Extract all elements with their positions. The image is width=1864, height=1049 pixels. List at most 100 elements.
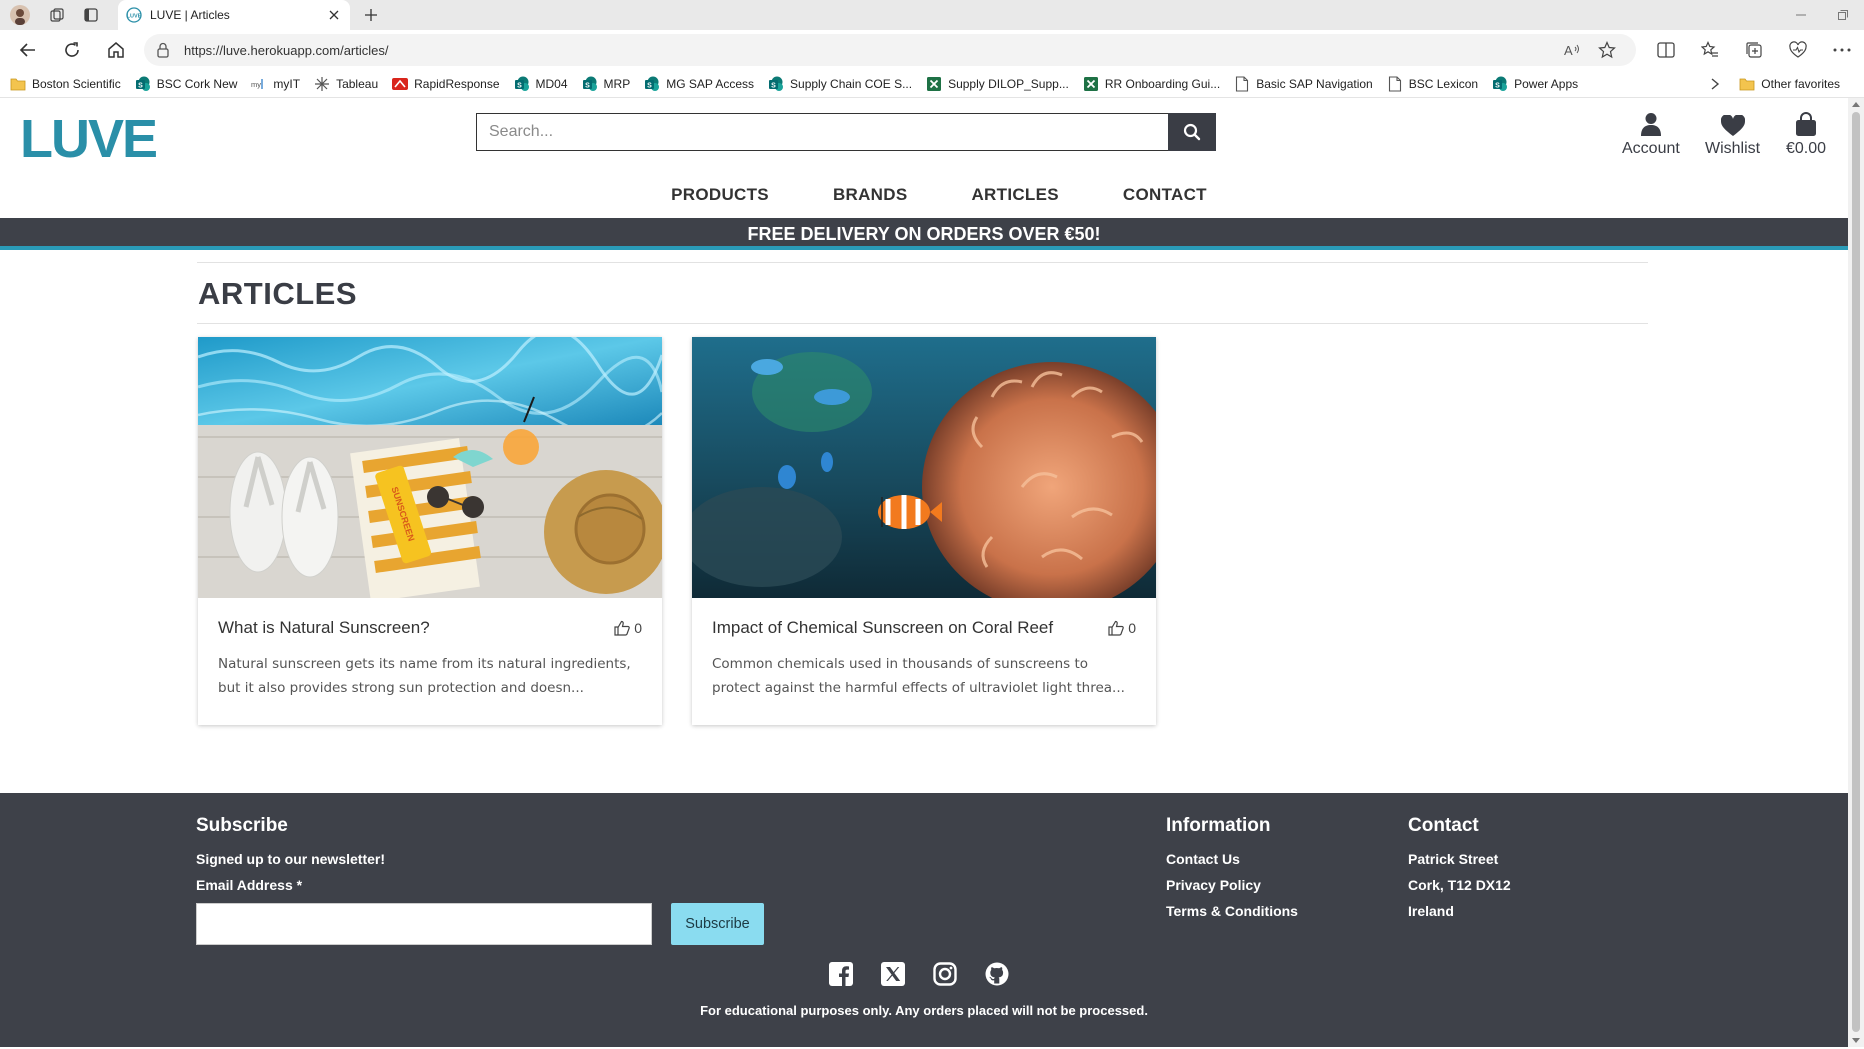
nav-products[interactable]: PRODUCTS	[671, 178, 769, 212]
vertical-tabs-icon[interactable]	[74, 0, 108, 30]
favorite-star-icon[interactable]	[1590, 35, 1624, 65]
page-scrollbar[interactable]	[1848, 98, 1864, 1047]
bookmark-item[interactable]: S MG SAP Access	[644, 76, 754, 92]
nav-contact[interactable]: CONTACT	[1123, 178, 1207, 212]
main-navigation: PRODUCTS BRANDS ARTICLES CONTACT	[0, 178, 1848, 212]
bookmark-item[interactable]: Tableau	[314, 76, 378, 92]
svg-text:S: S	[1495, 82, 1500, 89]
browser-toolbar: https://luve.herokuapp.com/articles/ A	[0, 30, 1864, 70]
svg-text:S: S	[585, 82, 590, 89]
collections-icon[interactable]	[1732, 32, 1776, 68]
cart-link[interactable]: €0.00	[1786, 106, 1826, 158]
bookmark-item[interactable]: RR Onboarding Gui...	[1083, 76, 1220, 92]
nav-articles[interactable]: ARTICLES	[971, 178, 1058, 212]
contact-heading: Contact	[1408, 815, 1479, 836]
luve-favicon-icon: LUVE	[126, 7, 142, 23]
bookmark-item[interactable]: S MD04	[514, 76, 568, 92]
article-title[interactable]: Impact of Chemical Sunscreen on Coral Re…	[712, 618, 1053, 638]
bookmark-item[interactable]: S Power Apps	[1492, 76, 1578, 92]
instagram-icon[interactable]	[932, 961, 958, 987]
bookmark-label: Tableau	[336, 76, 379, 91]
article-card[interactable]: Impact of Chemical Sunscreen on Coral Re…	[692, 337, 1156, 725]
sharepoint-icon: S	[514, 76, 530, 92]
delivery-banner: FREE DELIVERY ON ORDERS OVER €50!	[0, 218, 1848, 250]
article-image-coral-reef[interactable]	[692, 337, 1156, 598]
site-logo[interactable]: LUVE	[20, 108, 158, 170]
article-title[interactable]: What is Natural Sunscreen?	[218, 618, 430, 638]
subscribe-button[interactable]: Subscribe	[671, 903, 764, 945]
bookmark-item[interactable]: Supply DILOP_Supp...	[926, 76, 1069, 92]
address-bar[interactable]: https://luve.herokuapp.com/articles/ A	[144, 34, 1636, 66]
favorites-icon[interactable]	[1688, 32, 1732, 68]
github-icon[interactable]	[984, 961, 1010, 987]
url-text[interactable]: https://luve.herokuapp.com/articles/	[184, 43, 1556, 58]
more-menu-icon[interactable]	[1820, 32, 1864, 68]
like-count[interactable]: 0	[1108, 620, 1136, 636]
rapidresponse-icon	[392, 76, 409, 92]
sharepoint-icon: S	[582, 76, 598, 92]
divider	[197, 262, 1648, 263]
facebook-icon[interactable]	[828, 961, 854, 987]
bookmark-label: MG SAP Access	[666, 76, 755, 91]
restore-icon[interactable]	[1822, 0, 1864, 30]
svg-text:A: A	[1564, 43, 1573, 57]
bookmark-item[interactable]: Boston Scientific	[10, 76, 121, 92]
web-page: LUVE Account Wishlist €0	[0, 98, 1864, 1047]
x-twitter-icon[interactable]	[880, 961, 906, 987]
contact-us-link[interactable]: Contact Us	[1166, 851, 1298, 867]
scrollbar-thumb[interactable]	[1852, 112, 1860, 1032]
bookmark-item[interactable]: S Supply Chain COE S...	[768, 76, 912, 92]
split-screen-icon[interactable]	[1644, 32, 1688, 68]
email-field[interactable]	[196, 903, 652, 945]
bookmark-item[interactable]: RapidResponse	[392, 76, 500, 92]
subscribe-status: Signed up to our newsletter!	[196, 851, 386, 867]
back-icon[interactable]	[6, 32, 50, 68]
article-image-sunscreen[interactable]: SUNSCREEN	[198, 337, 662, 598]
sharepoint-icon: S	[1492, 76, 1508, 92]
read-aloud-icon[interactable]: A	[1556, 35, 1590, 65]
search-form	[476, 113, 1216, 151]
nav-brands[interactable]: BRANDS	[833, 178, 908, 212]
search-icon	[1183, 123, 1201, 141]
bookmark-label: Basic SAP Navigation	[1256, 76, 1373, 91]
search-input[interactable]	[476, 113, 1168, 151]
site-footer: Subscribe Signed up to our newsletter! E…	[0, 793, 1848, 1047]
heart-icon	[1720, 106, 1745, 136]
excerpt-line: but it also provides strong sun protecti…	[218, 680, 584, 696]
search-button[interactable]	[1168, 113, 1216, 151]
terms-link[interactable]: Terms & Conditions	[1166, 903, 1298, 919]
refresh-icon[interactable]	[50, 32, 94, 68]
article-card[interactable]: SUNSCREEN What is Natural Sunscreen? 0 N…	[198, 337, 662, 725]
bookmark-item[interactable]: my myIT	[251, 76, 300, 92]
new-tab-icon[interactable]	[356, 0, 386, 30]
address-line: Ireland	[1408, 903, 1454, 919]
profile-avatar[interactable]	[0, 0, 40, 30]
folder-icon	[1739, 76, 1755, 92]
svg-text:LUVE: LUVE	[127, 14, 142, 20]
chevron-right-icon[interactable]	[1710, 70, 1720, 98]
bookmark-item[interactable]: S BSC Cork New	[135, 76, 237, 92]
other-favorites-label: Other favorites	[1761, 77, 1840, 91]
home-icon[interactable]	[94, 32, 138, 68]
myit-icon: my	[251, 76, 267, 92]
privacy-policy-link[interactable]: Privacy Policy	[1166, 877, 1298, 893]
workspaces-icon[interactable]	[40, 0, 74, 30]
other-favorites[interactable]: Other favorites	[1739, 70, 1840, 98]
bookmark-item[interactable]: Basic SAP Navigation	[1234, 75, 1373, 92]
close-tab-icon[interactable]	[326, 7, 342, 23]
wishlist-link[interactable]: Wishlist	[1705, 106, 1760, 158]
account-link[interactable]: Account	[1622, 106, 1680, 158]
scroll-up-icon[interactable]	[1851, 100, 1861, 108]
active-tab[interactable]: LUVE LUVE | Articles	[118, 0, 350, 30]
bookmark-item[interactable]: BSC Lexicon	[1387, 75, 1478, 92]
site-header: LUVE Account Wishlist €0	[0, 98, 1864, 218]
svg-text:S: S	[517, 82, 522, 89]
like-count[interactable]: 0	[614, 620, 642, 636]
excel-icon	[926, 76, 942, 92]
lock-icon[interactable]	[156, 42, 172, 58]
scroll-down-icon[interactable]	[1851, 1037, 1861, 1045]
cart-total: €0.00	[1786, 140, 1827, 157]
minimize-icon[interactable]	[1780, 0, 1822, 30]
browser-essentials-icon[interactable]	[1776, 32, 1820, 68]
bookmark-item[interactable]: S MRP	[582, 76, 630, 92]
